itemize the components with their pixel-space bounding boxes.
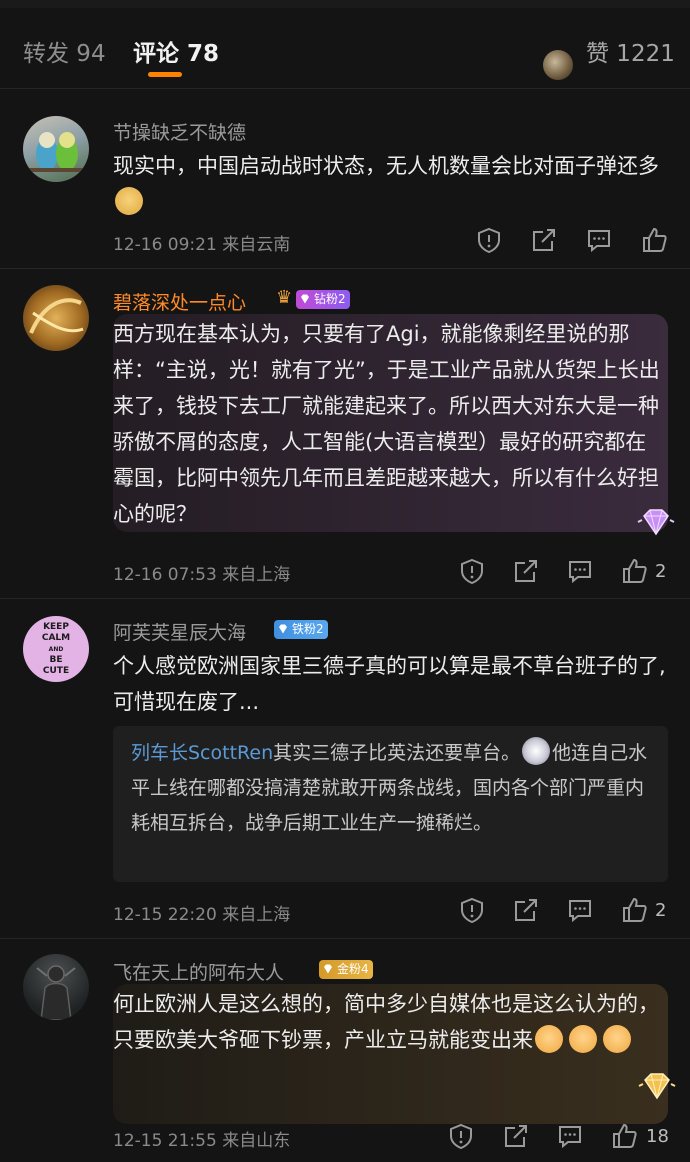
comment-icon[interactable]	[556, 1122, 584, 1150]
share-icon[interactable]	[512, 557, 540, 585]
like-count: 2	[655, 561, 667, 582]
commenter-name[interactable]: 节操缺乏不缺德	[113, 118, 246, 145]
fan-badge-label: 铁粉2	[292, 622, 324, 636]
clapping-cat-emoji-icon	[535, 1025, 563, 1053]
report-icon[interactable]	[447, 1122, 475, 1150]
comment-actions: 18	[0, 1122, 690, 1152]
tab-reposts[interactable]: 转发 94	[23, 34, 106, 68]
parakeet-avatar-image	[23, 132, 89, 172]
comment-text-content: 现实中，中国启动战时状态，无人机数量会比对面子弹还多	[113, 154, 659, 178]
comment-item: 碧落深处一点心 ♛ 钻粉2 西方现在基本认为，只要有了Agi，就能像剩经里说的那…	[0, 270, 690, 600]
comment-divider	[0, 598, 690, 599]
clapping-cat-emoji-icon	[569, 1025, 597, 1053]
comment-item: 飞在天上的阿布大人 金粉4 何止欧洲人是这么想的，简中多少自媒体也是这么认为的，…	[0, 940, 690, 1162]
comment-actions: 2	[0, 896, 690, 926]
report-icon[interactable]	[458, 896, 486, 924]
comment-icon[interactable]	[566, 896, 594, 924]
gold-gem-decoration-icon	[638, 1073, 676, 1100]
comment-divider	[0, 938, 690, 939]
comment-actions: 2	[0, 557, 690, 587]
reply-preview[interactable]: 列车长ScottRen其实三德子比英法还要草台。 他连自己水平上线在哪都没搞清楚就…	[113, 726, 668, 882]
diamond-icon	[301, 294, 309, 304]
avatar[interactable]	[23, 285, 89, 351]
comment-icon[interactable]	[585, 226, 613, 254]
thumbs-up-icon[interactable]	[620, 557, 648, 585]
comment-text: 现实中，中国启动战时状态，无人机数量会比对面子弹还多	[113, 148, 668, 220]
keep-calm-logo: KEEP CALM AND BE CUTE	[41, 622, 71, 676]
share-icon[interactable]	[530, 226, 558, 254]
avatar[interactable]: KEEP CALM AND BE CUTE	[23, 616, 89, 682]
clapping-cat-emoji-icon	[603, 1025, 631, 1053]
golden-swirl-avatar-image	[29, 298, 84, 334]
commenter-name[interactable]: 碧落深处一点心	[113, 288, 246, 315]
crown-icon: ♛	[276, 287, 293, 308]
comment-item: KEEP CALM AND BE CUTE 阿芙芙星辰大海 铁粉2 个人感觉欧洲…	[0, 600, 690, 940]
fan-badge-label: 钻粉2	[314, 292, 346, 306]
armored-knight-avatar-image	[36, 965, 76, 1020]
tabs-divider	[0, 88, 690, 89]
fan-badge[interactable]: 金粉4	[319, 960, 373, 979]
reply-author[interactable]: 列车长ScottRen	[131, 742, 273, 764]
report-icon[interactable]	[475, 226, 503, 254]
share-icon[interactable]	[502, 1122, 530, 1150]
commenter-name[interactable]: 阿芙芙星辰大海	[113, 618, 246, 645]
share-icon[interactable]	[512, 896, 540, 924]
fan-badge-label: 金粉4	[337, 962, 369, 976]
status-strip	[0, 0, 690, 8]
comment-text: 西方现在基本认为，只要有了Agi，就能像剩经里说的那样：“主说，光！就有了光”，…	[113, 322, 660, 526]
diamond-icon	[324, 964, 332, 974]
panda-emoji-icon	[522, 737, 551, 765]
avatar[interactable]	[23, 116, 89, 182]
reply-text: 列车长ScottRen其实三德子比英法还要草台。 他连自己水平上线在哪都没搞清楚就…	[131, 736, 651, 841]
fan-badge[interactable]: 钻粉2	[296, 290, 350, 309]
liker-avatar[interactable]	[543, 50, 573, 80]
thumbs-up-icon[interactable]	[620, 896, 648, 924]
thumbs-up-icon[interactable]	[610, 1122, 638, 1150]
avatar[interactable]	[23, 954, 89, 1020]
report-icon[interactable]	[458, 557, 486, 585]
thumbs-up-icon[interactable]	[640, 226, 668, 254]
doge-emoji-icon	[115, 187, 143, 215]
fan-badge[interactable]: 铁粉2	[274, 620, 328, 639]
gem-decoration-icon	[637, 509, 675, 536]
like-count: 18	[646, 1126, 669, 1147]
comment-divider	[0, 268, 690, 269]
comment-text: 个人感觉欧洲国家里三德子真的可以算是最不草台班子的了, 可惜现在废了...	[113, 654, 666, 714]
tab-bar: 转发 94 评论 78 赞 1221	[0, 20, 690, 84]
tab-likes[interactable]: 赞 1221	[586, 34, 675, 68]
commenter-name[interactable]: 飞在天上的阿布大人	[113, 958, 284, 985]
comment-icon[interactable]	[566, 557, 594, 585]
comment-item: 节操缺乏不缺德 现实中，中国启动战时状态，无人机数量会比对面子弹还多 12-16…	[0, 100, 690, 268]
comment-text: 何止欧洲人是这么想的，简中多少自媒体也是这么认为的，只要欧美大爷砸下钞票，产业立…	[113, 986, 661, 1058]
active-tab-indicator	[148, 72, 182, 77]
like-count: 2	[655, 900, 667, 921]
diamond-icon	[279, 624, 287, 634]
tab-comments[interactable]: 评论 78	[133, 34, 219, 68]
comment-actions	[0, 226, 690, 256]
reply-text-part1: 其实三德子比英法还要草台。	[273, 742, 521, 764]
